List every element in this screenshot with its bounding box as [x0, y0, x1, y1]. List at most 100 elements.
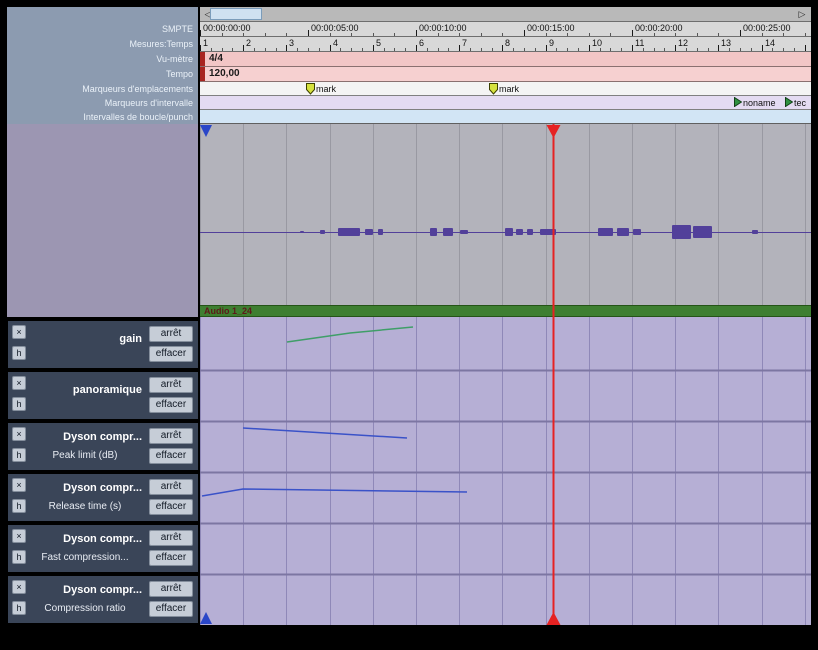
track-name: Audio 1_24	[204, 306, 253, 316]
lane-parameter-label: Release time (s)	[48, 501, 122, 512]
lane-automation-mode-button[interactable]: arrêt	[149, 581, 193, 597]
lane-clear-button[interactable]: effacer	[149, 397, 193, 413]
bar-tick	[762, 45, 763, 51]
bar-tick	[200, 45, 201, 51]
bar-tick	[373, 45, 374, 51]
lane-hide-button[interactable]: h	[12, 397, 26, 411]
location-markers-ruler[interactable]: mark mark	[200, 82, 811, 96]
smpte-tick	[697, 33, 698, 36]
smpte-tick	[438, 33, 439, 36]
scrollbar-thumb[interactable]	[210, 8, 262, 20]
lane-title: panoramique	[72, 384, 142, 396]
meter-change-icon[interactable]	[200, 52, 205, 66]
track-name-bar[interactable]: Audio 1_24	[200, 305, 811, 317]
bar-tick	[751, 48, 752, 51]
bar-tick	[416, 45, 417, 51]
lane-automation-mode-button[interactable]: arrêt	[149, 428, 193, 444]
lane-close-button[interactable]: ×	[12, 529, 26, 543]
lane-hide-button[interactable]: h	[12, 448, 26, 462]
automation-lane-header: × h Dyson compr... Release time (s) arrêt eff…	[8, 474, 198, 521]
bar-tick	[211, 48, 212, 51]
smpte-tick	[610, 33, 611, 36]
location-marker-flag-icon	[489, 83, 498, 95]
scroll-right-icon[interactable]: ▷	[796, 7, 808, 21]
smpte-tick-label: 00:00:25:00	[743, 23, 791, 33]
lane-clear-button[interactable]: effacer	[149, 601, 193, 617]
bar-tick	[783, 48, 784, 51]
tempo-value: 120,00	[209, 68, 240, 79]
lane-automation-mode-button[interactable]: arrêt	[149, 479, 193, 495]
smpte-tick	[740, 30, 741, 36]
bar-tick	[319, 48, 320, 51]
audio-track-lane[interactable]	[200, 124, 811, 305]
automation-lane-header: × h Dyson compr... Compression ratio arrêt ef…	[8, 576, 198, 623]
loop-punch-ruler[interactable]	[200, 110, 811, 124]
lane-title: Dyson compr...	[63, 482, 142, 494]
bar-tick	[362, 48, 363, 51]
bar-tick	[708, 48, 709, 51]
meter-ruler[interactable]: 4/4	[200, 52, 811, 67]
bar-tick	[805, 45, 806, 51]
range-markers-ruler[interactable]: noname tec	[200, 96, 811, 110]
timeline-scrollbar[interactable]: ◁ ▷	[200, 7, 811, 22]
lane-parameter-label: Compression ratio	[44, 603, 126, 614]
smpte-tick-label: 00:00:05:00	[311, 23, 359, 33]
ruler-labels-panel: SMPTE Mesures:Temps Vu-mètre Tempo Marqueurs…	[7, 7, 200, 124]
track-controls-panel[interactable]	[7, 124, 200, 317]
bar-tick	[265, 48, 266, 51]
tempo-change-icon[interactable]	[200, 67, 205, 81]
lane-hide-button[interactable]: h	[12, 499, 26, 513]
lane-title: Dyson compr...	[63, 584, 142, 596]
lane-automation-mode-button[interactable]: arrêt	[149, 377, 193, 393]
bar-tick	[308, 48, 309, 51]
range-marker-arrow-icon	[734, 97, 742, 107]
lane-close-button[interactable]: ×	[12, 580, 26, 594]
smpte-tick	[459, 33, 460, 36]
automation-lane-header: × h Dyson compr... Fast compression... arrêt…	[8, 525, 198, 572]
automation-area[interactable]	[200, 317, 811, 625]
smpte-tick	[286, 33, 287, 36]
tempo-ruler[interactable]: 120,00	[200, 67, 811, 82]
smpte-tick	[351, 33, 352, 36]
bar-number: 14	[765, 38, 776, 48]
audio-editor-window: SMPTE Mesures:Temps Vu-mètre Tempo Marqueurs…	[0, 0, 818, 650]
bar-tick	[546, 45, 547, 51]
lane-clear-button[interactable]: effacer	[149, 346, 193, 362]
lane-hide-button[interactable]: h	[12, 601, 26, 615]
lane-close-button[interactable]: ×	[12, 427, 26, 441]
bar-tick	[556, 48, 557, 51]
smpte-tick	[265, 33, 266, 36]
lane-hide-button[interactable]: h	[12, 550, 26, 564]
lane-hide-button[interactable]: h	[12, 346, 26, 360]
bars-beats-ruler[interactable]: 1 2 3 4 5 6 7 8 9 10 11 12 13 14	[200, 37, 811, 52]
bar-number: 9	[549, 38, 555, 48]
lane-close-button[interactable]: ×	[12, 478, 26, 492]
smpte-tick	[416, 30, 417, 36]
smpte-tick	[243, 33, 244, 36]
lane-title: gain	[119, 333, 142, 345]
smpte-tick	[373, 33, 374, 36]
editor-canvas[interactable]: Audio 1_24	[200, 124, 811, 625]
bar-number: 4	[333, 38, 339, 48]
smpte-tick	[805, 33, 806, 36]
lane-close-button[interactable]: ×	[12, 325, 26, 339]
location-marker-label: mark	[499, 84, 519, 94]
lane-automation-mode-button[interactable]: arrêt	[149, 530, 193, 546]
smpte-tick-label: 00:00:00:00	[203, 23, 251, 33]
bar-tick	[438, 48, 439, 51]
bar-tick	[729, 48, 730, 51]
smpte-tick	[589, 33, 590, 36]
lane-close-button[interactable]: ×	[12, 376, 26, 390]
smpte-ruler[interactable]: 00:00:00:00 00:00:05:00 00:00:10:00 00:00:1…	[200, 22, 811, 37]
lane-clear-button[interactable]: effacer	[149, 448, 193, 464]
ruler-label: Tempo	[165, 69, 193, 79]
lane-clear-button[interactable]: effacer	[149, 499, 193, 515]
bar-tick	[405, 48, 406, 51]
bar-tick	[589, 45, 590, 51]
bar-tick	[394, 48, 395, 51]
lane-automation-mode-button[interactable]: arrêt	[149, 326, 193, 342]
lane-clear-button[interactable]: effacer	[149, 550, 193, 566]
bar-tick	[610, 48, 611, 51]
automation-lane-header: × h panoramique arrêt effacer	[8, 372, 198, 419]
smpte-tick	[762, 33, 763, 36]
